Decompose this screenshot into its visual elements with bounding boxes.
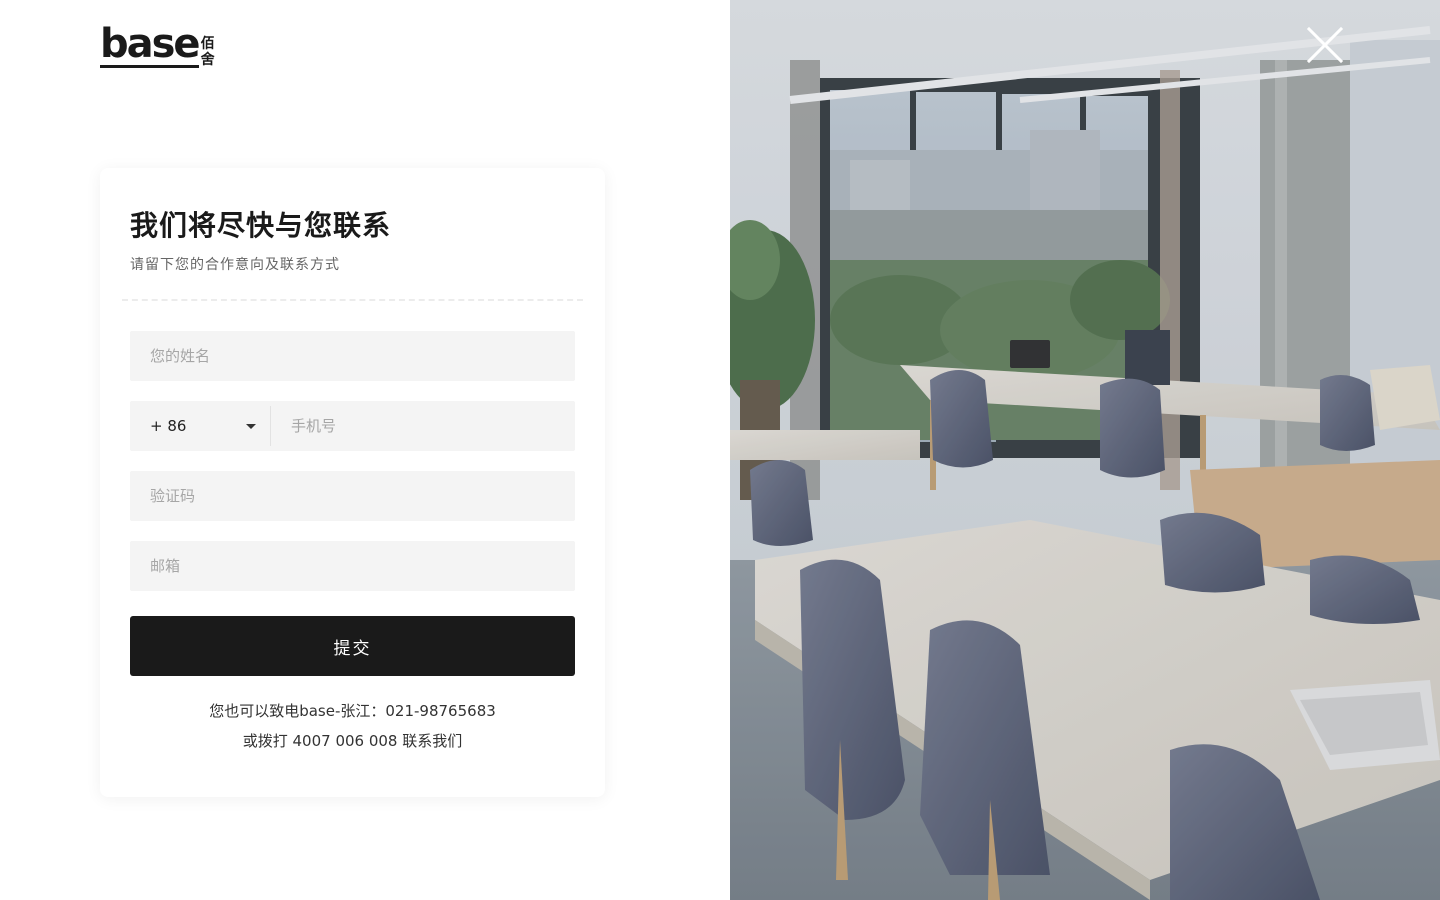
phone-field: + 86: [130, 401, 575, 451]
country-code-select[interactable]: + 86: [130, 401, 270, 451]
phone-input-wrap: [271, 401, 575, 451]
email-input[interactable]: [130, 541, 575, 591]
contact-phone-line: 您也可以致电base-张江：021-98765683: [209, 702, 496, 720]
contact-hotline-line: 或拨打 4007 006 008 联系我们: [242, 732, 463, 750]
form-subtitle: 请留下您的合作意向及联系方式: [130, 257, 340, 273]
form-title: 我们将尽快与您联系: [130, 209, 392, 242]
verification-code-input[interactable]: [130, 471, 575, 521]
logo-chinese-mark: 佰 舍: [201, 36, 215, 68]
email-field: [130, 541, 575, 591]
verification-code-field: [130, 471, 575, 521]
close-icon[interactable]: [1302, 22, 1348, 68]
office-photo: [730, 0, 1440, 900]
name-input[interactable]: [130, 331, 575, 381]
name-field: [130, 331, 575, 381]
contact-form-card: 我们将尽快与您联系 请留下您的合作意向及联系方式 + 86 提交 您也可以致电b…: [100, 168, 605, 797]
logo-cn-top: 佰: [200, 36, 215, 52]
contact-panel: base 佰 舍 我们将尽快与您联系 请留下您的合作意向及联系方式 + 86: [0, 0, 730, 900]
submit-button[interactable]: 提交: [130, 616, 575, 676]
brand-logo[interactable]: base 佰 舍: [100, 22, 215, 68]
office-photo-panel: [730, 0, 1440, 900]
logo-cn-bottom: 舍: [200, 52, 215, 68]
phone-input[interactable]: [271, 401, 575, 451]
logo-wordmark: base: [100, 21, 201, 68]
dashed-divider: [122, 299, 583, 301]
country-code-value: + 86: [150, 417, 187, 435]
caret-down-icon: [246, 424, 256, 429]
